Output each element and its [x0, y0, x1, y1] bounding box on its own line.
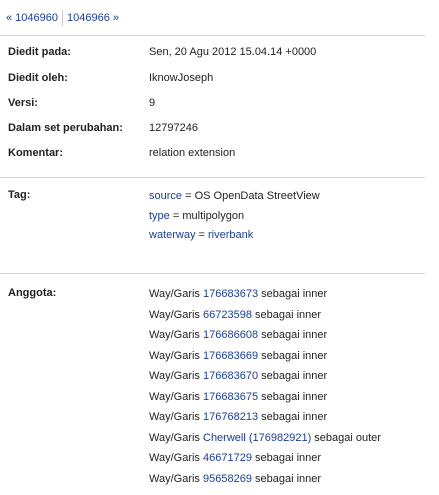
member-item: Way/Garis 176683669 sebagai inner: [149, 348, 327, 364]
tag-item: waterway = riverbank: [149, 227, 253, 243]
member-link[interactable]: Cherwell (176982921): [203, 432, 311, 444]
member-role: sebagai inner: [258, 350, 328, 362]
tag-value: multipolygon: [182, 210, 245, 222]
member-link[interactable]: 66723598: [203, 309, 252, 321]
member-role: sebagai inner: [251, 473, 322, 485]
edited-by-user-link[interactable]: IknowJoseph: [149, 72, 213, 84]
tag-value-link[interactable]: riverbank: [208, 229, 253, 241]
member-link[interactable]: 176683675: [203, 391, 258, 403]
member-type: Way/Garis: [149, 288, 203, 300]
member-link[interactable]: 176686608: [203, 329, 258, 341]
members-label: Anggota:: [8, 287, 57, 299]
member-role: sebagai inner: [258, 329, 328, 341]
member-type: Way/Garis: [149, 370, 203, 382]
member-item: Way/Garis 66723598 sebagai inner: [149, 307, 321, 323]
changeset-row: Dalam set perubahan: 12797246: [8, 120, 428, 136]
tag-key-link[interactable]: source: [149, 190, 182, 202]
member-type: Way/Garis: [149, 411, 203, 423]
member-type: Way/Garis: [149, 329, 203, 341]
member-role: sebagai inner: [258, 370, 328, 382]
comment-value: relation extension: [149, 147, 236, 159]
member-type: Way/Garis: [149, 309, 203, 321]
member-item: Way/Garis 176768213 sebagai inner: [149, 409, 327, 425]
member-type: Way/Garis: [149, 473, 203, 485]
member-link[interactable]: 176683673: [203, 288, 258, 300]
member-role: sebagai inner: [251, 309, 322, 321]
member-link[interactable]: 176768213: [203, 411, 258, 423]
edited-by-row: Diedit oleh: IknowJoseph: [8, 70, 428, 86]
tag-item: type = multipolygon: [149, 208, 244, 224]
changeset-label: Dalam set perubahan:: [8, 122, 123, 134]
tag-key-link[interactable]: waterway: [149, 229, 195, 241]
edited-at-label: Diedit pada:: [8, 46, 71, 58]
tag-value: OS OpenData StreetView: [194, 190, 320, 202]
member-item: Way/Garis 176683675 sebagai inner: [149, 389, 327, 405]
tags-label: Tag:: [8, 189, 31, 201]
changeset-link[interactable]: 12797246: [149, 122, 198, 134]
divider: [0, 35, 425, 36]
next-version-link[interactable]: 1046966 »: [67, 12, 119, 24]
member-role: sebagai inner: [258, 391, 328, 403]
member-item: Way/Garis 95658269 sebagai inner: [149, 471, 321, 487]
member-type: Way/Garis: [149, 350, 203, 362]
tag-item: source = OS OpenData StreetView: [149, 188, 320, 204]
divider: [0, 273, 425, 274]
member-link[interactable]: 46671729: [203, 452, 252, 464]
nav-divider: [62, 10, 63, 26]
member-role: sebagai outer: [311, 432, 381, 444]
member-item: Way/Garis 176683670 sebagai inner: [149, 368, 327, 384]
comment-label: Komentar:: [8, 147, 64, 159]
tag-equals: =: [169, 210, 183, 222]
member-item: Way/Garis Cherwell (176982921) sebagai o…: [149, 430, 381, 446]
history-nav: « 1046960 1046966 »: [6, 10, 119, 26]
version-label: Versi:: [8, 97, 38, 109]
member-link[interactable]: 176683670: [203, 370, 258, 382]
member-link[interactable]: 95658269: [203, 473, 252, 485]
member-item: Way/Garis 176686608 sebagai inner: [149, 327, 327, 343]
version-value: 9: [149, 97, 156, 109]
tag-equals: =: [182, 190, 195, 202]
member-role: sebagai inner: [258, 288, 328, 300]
member-type: Way/Garis: [149, 452, 203, 464]
member-role: sebagai inner: [251, 452, 322, 464]
version-row: Versi: 9: [8, 95, 428, 111]
member-item: Way/Garis 46671729 sebagai inner: [149, 450, 321, 466]
member-type: Way/Garis: [149, 391, 203, 403]
divider: [0, 177, 425, 178]
tag-key-link[interactable]: type: [149, 210, 170, 222]
member-type: Way/Garis: [149, 432, 203, 444]
edited-at-row: Diedit pada: Sen, 20 Agu 2012 15.04.14 +…: [8, 44, 428, 60]
prev-version-link[interactable]: « 1046960: [6, 12, 58, 24]
member-role: sebagai inner: [258, 411, 328, 423]
tag-equals: =: [195, 229, 209, 241]
member-item: Way/Garis 176683673 sebagai inner: [149, 286, 327, 302]
comment-row: Komentar: relation extension: [8, 145, 428, 161]
member-link[interactable]: 176683669: [203, 350, 258, 362]
edited-by-label: Diedit oleh:: [8, 72, 68, 84]
edited-at-value: Sen, 20 Agu 2012 15.04.14 +0000: [149, 46, 317, 58]
